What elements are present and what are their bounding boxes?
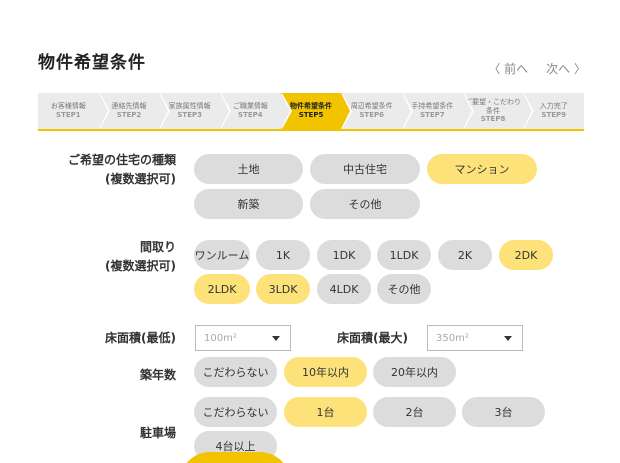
step-label: 周辺希望条件	[350, 102, 393, 111]
housing-type-label: ご希望の住宅の種類 (複数選択可)	[40, 151, 176, 189]
step-number: STEP6	[359, 111, 384, 119]
floor-area-min-value: 100m²	[204, 332, 237, 344]
step-number: STEP1	[56, 111, 81, 119]
steps-underline	[38, 129, 584, 131]
floor-area-max-value: 350m²	[436, 332, 469, 344]
housing-type-label-line2: (複数選択可)	[105, 172, 176, 187]
layout-2ldk[interactable]: 2LDK	[194, 274, 250, 304]
parking-3[interactable]: 3台	[462, 397, 545, 427]
step-number: STEP9	[541, 111, 567, 119]
pager: 〈 前へ 次へ 〉	[488, 60, 586, 77]
age-within-20[interactable]: 20年以内	[373, 357, 456, 387]
page-title: 物件希望条件	[38, 53, 146, 73]
step-label: 入力完了	[539, 102, 568, 111]
layout-label: 間取り (複数選択可)	[40, 238, 176, 276]
step-label: ご職業情報	[232, 102, 268, 111]
option-other[interactable]: その他	[310, 189, 420, 219]
parking-any[interactable]: こだわらない	[194, 397, 277, 427]
layout-1ldk[interactable]: 1LDK	[377, 240, 431, 270]
floor-area-max-select[interactable]: 350m²	[427, 325, 523, 351]
age-within-10[interactable]: 10年以内	[284, 357, 367, 387]
layout-label-line1: 間取り	[139, 240, 176, 254]
step-number: STEP3	[177, 111, 202, 119]
layout-1dk[interactable]: 1DK	[317, 240, 371, 270]
layout-2dk[interactable]: 2DK	[499, 240, 553, 270]
parking-1[interactable]: 1台	[284, 397, 367, 427]
layout-other[interactable]: その他	[377, 274, 431, 304]
layout-4ldk[interactable]: 4LDK	[317, 274, 371, 304]
chevron-down-icon	[504, 336, 512, 341]
step-1: お客様情報 STEP1	[38, 93, 110, 129]
step-number: STEP7	[420, 111, 445, 119]
floor-area-min-label: 床面積(最低)	[105, 331, 176, 345]
step-label: 連絡先情報	[111, 102, 147, 111]
layout-3ldk[interactable]: 3LDK	[256, 274, 310, 304]
step-number: STEP2	[116, 111, 142, 119]
layout-1k[interactable]: 1K	[256, 240, 310, 270]
option-mansion[interactable]: マンション	[427, 154, 537, 184]
housing-type-label-line1: ご希望の住宅の種類	[67, 153, 176, 167]
age-label: 築年数	[139, 368, 176, 382]
step-number: STEP4	[238, 111, 263, 119]
layout-label-line2: (複数選択可)	[105, 259, 176, 274]
chevron-down-icon	[272, 336, 280, 341]
layout-2k[interactable]: 2K	[438, 240, 492, 270]
floor-area-min-select[interactable]: 100m²	[195, 325, 291, 351]
step-label: お客様情報	[50, 102, 86, 111]
step-progress: お客様情報 STEP1 連絡先情報 STEP2 家族属性情報 STEP3 ご職業情報 S…	[38, 93, 585, 129]
floor-area-max-label: 床面積(最大)	[337, 331, 408, 345]
step-label: 家族属性情報	[168, 102, 211, 111]
parking-2[interactable]: 2台	[373, 397, 456, 427]
step-number: STEP8	[480, 115, 506, 124]
parking-label: 駐車場	[139, 426, 176, 440]
prev-button[interactable]: 〈 前へ	[488, 60, 528, 77]
next-button[interactable]: 次へ 〉	[546, 60, 586, 77]
layout-one-room[interactable]: ワンルーム	[194, 240, 250, 270]
step-label: 物件希望条件	[290, 102, 333, 111]
step-label: 手持希望条件	[411, 102, 454, 111]
option-land[interactable]: 土地	[194, 154, 303, 184]
option-new-build[interactable]: 新築	[194, 189, 303, 219]
option-used-house[interactable]: 中古住宅	[310, 154, 420, 184]
step-number: STEP5	[298, 111, 324, 119]
age-any[interactable]: こだわらない	[194, 357, 277, 387]
